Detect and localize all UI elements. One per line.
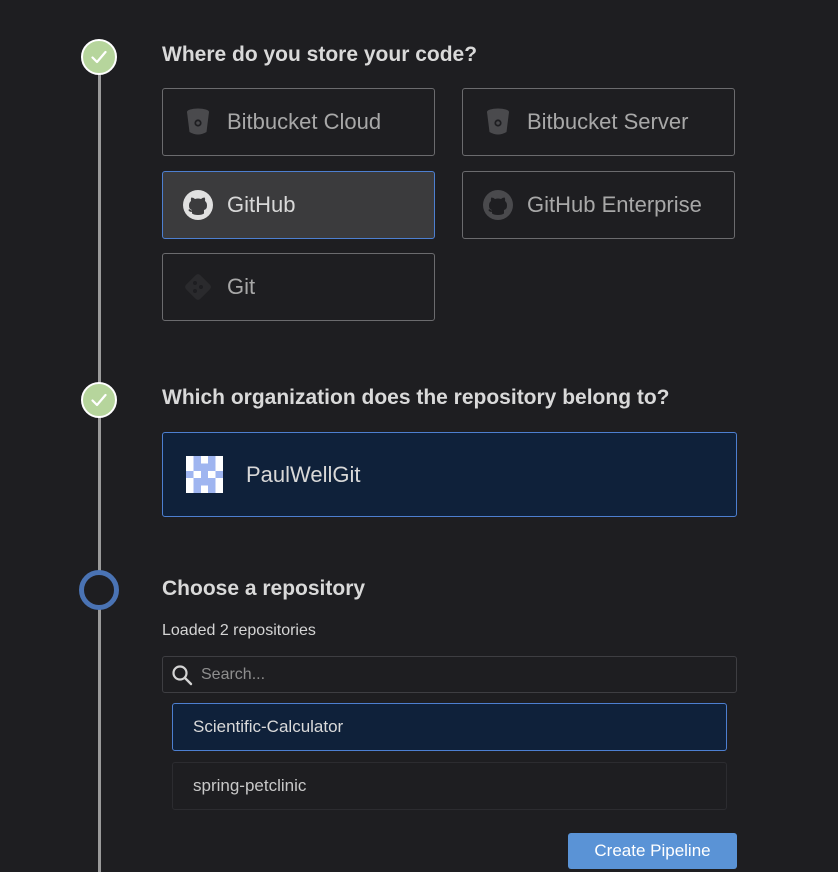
bitbucket-icon bbox=[483, 107, 513, 137]
scm-option-github[interactable]: GitHub bbox=[162, 171, 435, 239]
create-pipeline-button[interactable]: Create Pipeline bbox=[568, 833, 737, 869]
github-icon bbox=[183, 190, 213, 220]
scm-option-github-enterprise[interactable]: GitHub Enterprise bbox=[462, 171, 735, 239]
step-1-title: Where do you store your code? bbox=[162, 43, 478, 66]
checkmark-icon bbox=[91, 393, 107, 407]
scm-option-label: GitHub bbox=[227, 192, 296, 217]
scm-option-bitbucket-cloud[interactable]: Bitbucket Cloud bbox=[162, 88, 435, 156]
repository-list-item[interactable]: Scientific-Calculator bbox=[172, 703, 727, 751]
repository-list-item[interactable]: spring-petclinic bbox=[172, 762, 727, 810]
scm-option-label: GitHub Enterprise bbox=[527, 192, 702, 217]
step-1-complete-icon bbox=[81, 39, 117, 75]
github-icon bbox=[483, 190, 513, 220]
timeline-line bbox=[98, 57, 101, 872]
git-icon bbox=[183, 272, 213, 302]
scm-option-label: Bitbucket Cloud bbox=[227, 109, 382, 134]
repository-count-text: Loaded 2 repositories bbox=[162, 622, 316, 639]
step-3-title: Choose a repository bbox=[162, 577, 366, 600]
scm-option-label: Bitbucket Server bbox=[527, 109, 689, 134]
scm-option-git[interactable]: Git bbox=[162, 253, 435, 321]
bitbucket-icon bbox=[183, 107, 213, 137]
scm-option-label: Git bbox=[227, 274, 256, 299]
pipeline-creation-page: Where do you store your code? Bitbucket … bbox=[0, 0, 838, 872]
search-icon bbox=[172, 664, 193, 685]
repository-search bbox=[162, 656, 737, 693]
organization-option[interactable]: PaulWellGit bbox=[162, 432, 737, 517]
scm-option-bitbucket-server[interactable]: Bitbucket Server bbox=[462, 88, 735, 156]
step-2-title: Which organization does the repository b… bbox=[162, 386, 670, 409]
organization-name: PaulWellGit bbox=[246, 461, 361, 487]
step-3-current-icon bbox=[79, 570, 119, 610]
avatar bbox=[186, 456, 223, 493]
step-2-complete-icon bbox=[81, 382, 117, 418]
search-input[interactable] bbox=[199, 664, 723, 685]
checkmark-icon bbox=[91, 50, 107, 64]
